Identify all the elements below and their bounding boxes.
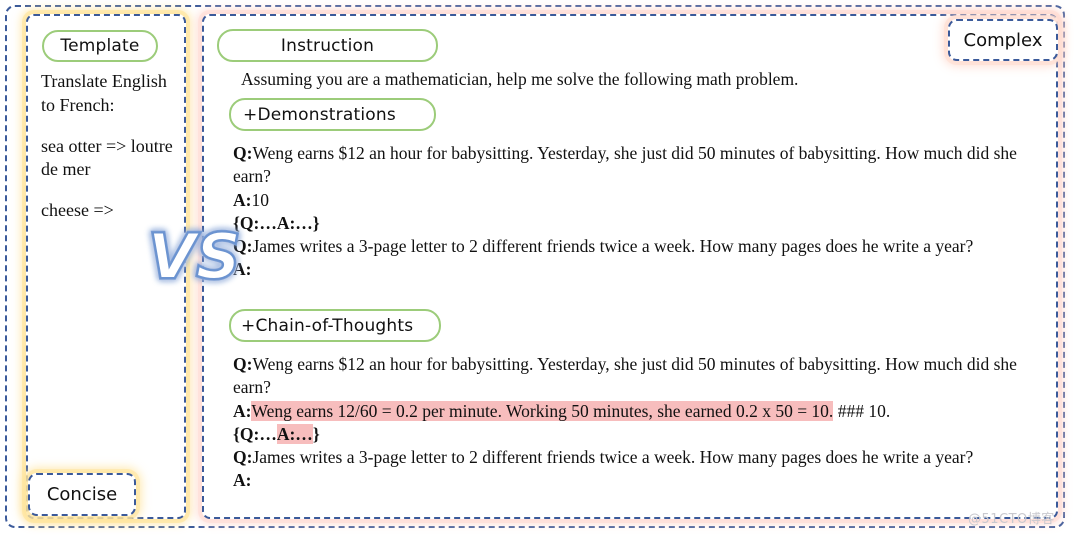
qa-prefix: A: bbox=[233, 400, 252, 421]
demonstrations-body: Q:Weng earns $12 an hour for babysitting… bbox=[233, 142, 1045, 282]
cot-line-q2: Q:James writes a 3-page letter to 2 diff… bbox=[233, 446, 1045, 469]
template-line-3: cheese => bbox=[41, 200, 114, 220]
complex-badge: Complex bbox=[948, 19, 1058, 61]
watermark: @51CTO博客 bbox=[968, 512, 1055, 527]
cot-line-a1: A:Weng earns 12/60 = 0.2 per minute. Wor… bbox=[233, 400, 1045, 423]
qa-prefix: A: bbox=[233, 189, 252, 210]
demo-a1-text: 10 bbox=[251, 189, 269, 210]
demo-q1-text: Weng earns $12 an hour for babysitting. … bbox=[233, 143, 1017, 187]
chain-of-thoughts-label: +Chain-of-Thoughts bbox=[229, 309, 441, 342]
demonstrations-label: +Demonstrations bbox=[229, 98, 436, 131]
demo-q2-text: James writes a 3-page letter to 2 differ… bbox=[252, 236, 974, 257]
cot-highlighted-reasoning: Weng earns 12/60 = 0.2 per minute. Worki… bbox=[251, 400, 834, 421]
cot-line-a2: A: bbox=[233, 469, 1045, 492]
demo-line-q2: Q:James writes a 3-page letter to 2 diff… bbox=[233, 235, 1045, 258]
cot-ellipsis-close: } bbox=[312, 423, 320, 444]
cot-line-q1: Q:Weng earns $12 an hour for babysitting… bbox=[233, 353, 1045, 400]
cot-line-ellipsis: {Q:…A:…} bbox=[233, 423, 1045, 446]
complex-prompt-panel: Instruction Assuming you are a mathemati… bbox=[202, 14, 1058, 519]
concise-badge: Concise bbox=[28, 473, 136, 516]
demo-line-a1: A:10 bbox=[233, 189, 1045, 212]
qa-prefix: Q: bbox=[233, 447, 253, 468]
demo-line-a2: A: bbox=[233, 258, 1045, 281]
concise-template-panel: Template Translate English to French: se… bbox=[26, 14, 186, 519]
qa-prefix: A: bbox=[233, 470, 252, 491]
cot-q1-text: Weng earns $12 an hour for babysitting. … bbox=[233, 354, 1017, 398]
template-label: Template bbox=[42, 30, 158, 62]
demo-line-ellipsis: {Q:…A:…} bbox=[233, 212, 320, 233]
template-line-2: sea otter => loutre de mer bbox=[41, 135, 173, 180]
instruction-label: Instruction bbox=[217, 29, 438, 62]
qa-prefix: Q: bbox=[233, 236, 253, 257]
template-body-text: Translate English to French: sea otter =… bbox=[41, 70, 181, 223]
cot-ellipsis-open: {Q:… bbox=[233, 423, 277, 444]
qa-prefix: Q: bbox=[233, 354, 253, 374]
qa-prefix: Q: bbox=[233, 143, 253, 163]
cot-q2-text: James writes a 3-page letter to 2 differ… bbox=[252, 447, 974, 468]
demo-line-q1: Q:Weng earns $12 an hour for babysitting… bbox=[233, 142, 1045, 189]
cot-final-answer: ### 10. bbox=[833, 400, 891, 421]
instruction-text: Assuming you are a mathematician, help m… bbox=[241, 69, 799, 89]
chain-of-thoughts-body: Q:Weng earns $12 an hour for babysitting… bbox=[233, 353, 1045, 493]
qa-prefix: A: bbox=[233, 259, 252, 280]
template-line-1: Translate English to French: bbox=[41, 71, 167, 115]
cot-ellipsis-answer: A:… bbox=[276, 423, 313, 444]
